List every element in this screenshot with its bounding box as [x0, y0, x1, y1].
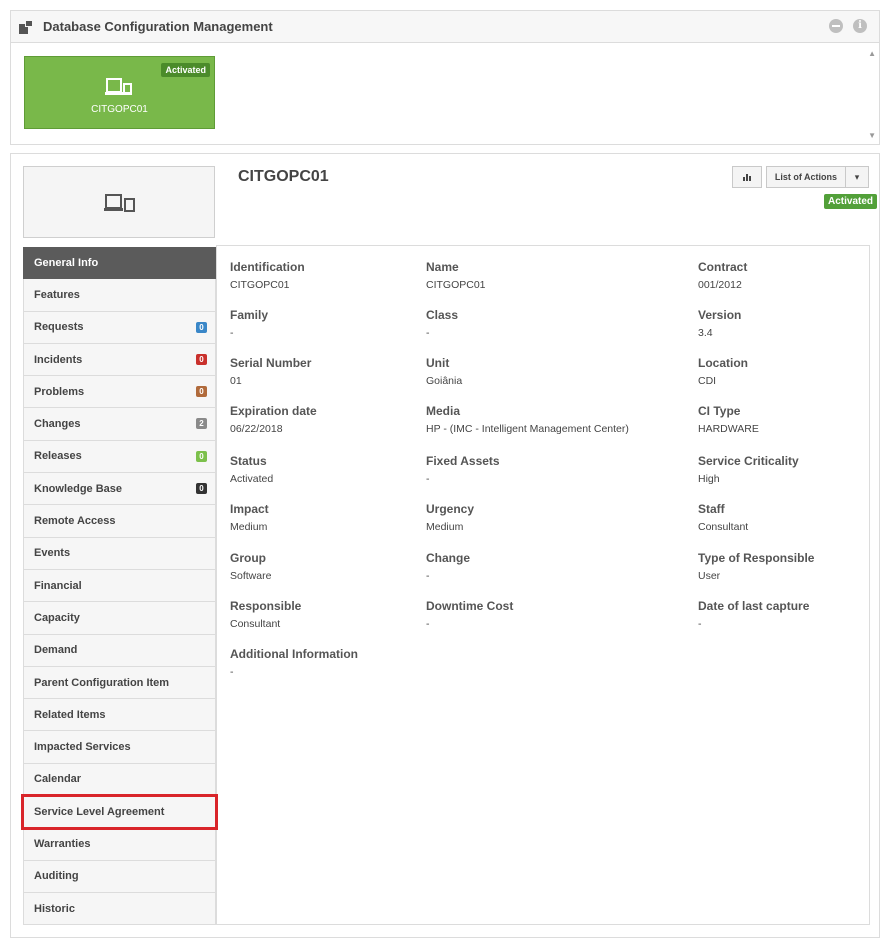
ci-tile[interactable]: Activated CITGOPC01	[24, 56, 215, 129]
ci-list-panel: Database Configuration Management Activa…	[10, 10, 880, 145]
nav-events[interactable]: Events	[23, 537, 216, 570]
nav-remote-access[interactable]: Remote Access	[23, 505, 216, 538]
nav-capacity[interactable]: Capacity	[23, 602, 216, 635]
field-responsible: Responsible Consultant	[230, 599, 302, 630]
field-impact: Impact Medium	[230, 502, 269, 533]
field-type-of-responsible: Type of Responsible User	[698, 551, 815, 582]
scroll-up-icon[interactable]: ▲	[868, 49, 876, 58]
field-name: Name CITGOPC01	[426, 260, 486, 291]
count-badge: 0	[196, 386, 207, 398]
field-urgency: Urgency Medium	[426, 502, 475, 533]
nav-requests[interactable]: Requests 0	[23, 311, 216, 344]
status-badge: Activated	[823, 194, 877, 209]
bar-chart-icon	[742, 174, 751, 181]
count-badge: 0	[196, 353, 207, 365]
field-ci-type: CI Type HARDWARE	[698, 404, 759, 435]
nav-related-items[interactable]: Related Items	[23, 699, 216, 732]
nav-parent-ci[interactable]: Parent Configuration Item	[23, 666, 216, 700]
field-class: Class -	[426, 308, 459, 339]
ci-tile-area: Activated CITGOPC01 ▲ ▼	[11, 43, 879, 144]
nav-general-info[interactable]: General Info	[23, 247, 216, 280]
section-nav: General Info Features Requests 0 Incident…	[21, 247, 218, 926]
nav-financial[interactable]: Financial	[23, 569, 216, 603]
nav-demand[interactable]: Demand	[23, 634, 216, 667]
nav-service-level-agreement[interactable]: Service Level Agreement	[21, 794, 218, 831]
field-group: Group Software	[230, 551, 272, 582]
tile-name: CITGOPC01	[91, 104, 148, 115]
field-status: Status Activated	[230, 454, 274, 485]
field-service-criticality: Service Criticality High	[698, 454, 799, 485]
database-icon	[19, 19, 35, 34]
field-identification: Identification CITGOPC01	[230, 260, 305, 291]
count-badge: 0	[196, 483, 207, 495]
ci-title: CITGOPC01	[238, 168, 329, 185]
actions-dropdown-button[interactable]: ▾	[845, 166, 869, 188]
nav-historic[interactable]: Historic	[23, 892, 216, 926]
field-expiration-date: Expiration date 06/22/2018	[230, 404, 317, 435]
caret-down-icon: ▾	[854, 171, 860, 182]
tile-status-badge: Activated	[161, 63, 210, 77]
field-version: Version 3.4	[698, 308, 742, 339]
devices-icon	[105, 78, 132, 95]
field-family: Family -	[230, 308, 269, 339]
panel-title: Database Configuration Management	[43, 19, 273, 34]
list-of-actions-button[interactable]: List of Actions	[765, 166, 845, 188]
nav-impacted-services[interactable]: Impacted Services	[23, 731, 216, 764]
info-icon[interactable]	[853, 19, 867, 33]
chart-button[interactable]	[731, 166, 762, 188]
nav-auditing[interactable]: Auditing	[23, 860, 216, 893]
field-unit: Unit Goiânia	[426, 356, 463, 387]
field-serial-number: Serial Number 01	[230, 356, 312, 387]
devices-icon	[104, 194, 135, 212]
scrollbar[interactable]: ▲ ▼	[865, 43, 879, 144]
count-badge: 2	[196, 418, 207, 430]
field-staff: Staff Consultant	[698, 502, 749, 533]
panel-header: Database Configuration Management	[11, 11, 879, 43]
field-downtime-cost: Downtime Cost -	[426, 599, 514, 630]
field-location: Location CDI	[698, 356, 748, 387]
field-contract: Contract 001/2012	[698, 260, 748, 291]
nav-calendar[interactable]: Calendar	[23, 763, 216, 797]
count-badge: 0	[196, 321, 207, 333]
action-buttons: List of Actions ▾	[731, 166, 869, 188]
general-info-content: Identification CITGOPC01 Name CITGOPC01 Co…	[216, 245, 870, 925]
nav-problems[interactable]: Problems 0	[23, 376, 216, 409]
nav-changes[interactable]: Changes 2	[23, 408, 216, 441]
nav-knowledge-base[interactable]: Knowledge Base 0	[23, 473, 216, 506]
nav-releases[interactable]: Releases 0	[23, 440, 216, 474]
nav-features[interactable]: Features	[23, 279, 216, 312]
ci-detail-panel: CITGOPC01 List of Actions ▾ Activated Ge…	[10, 153, 880, 938]
collapse-icon[interactable]	[829, 19, 843, 33]
nav-warranties[interactable]: Warranties	[23, 828, 216, 861]
count-badge: 0	[196, 450, 207, 462]
field-fixed-assets: Fixed Assets -	[426, 454, 500, 485]
scroll-down-icon[interactable]: ▼	[868, 131, 876, 140]
field-change: Change -	[426, 551, 471, 582]
ci-image-box	[23, 166, 215, 238]
nav-incidents[interactable]: Incidents 0	[23, 343, 216, 377]
field-date-of-last-capture: Date of last capture -	[698, 599, 810, 630]
field-media: Media HP - (IMC - Intelligent Management …	[426, 404, 629, 435]
field-additional-information: Additional Information -	[230, 647, 358, 678]
